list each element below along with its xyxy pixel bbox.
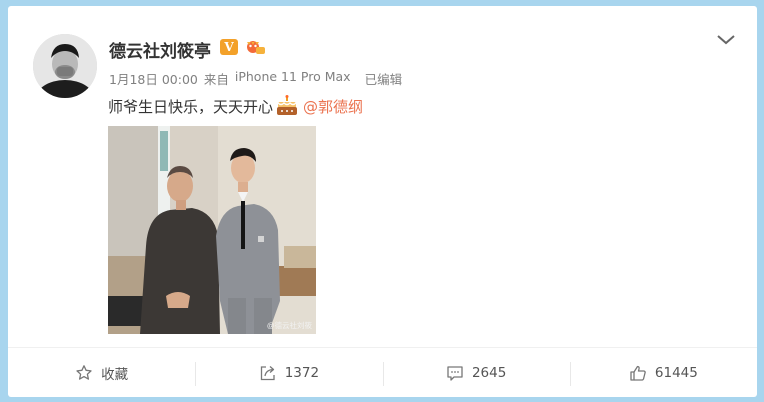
- image-watermark: @德云社刘筱: [266, 321, 312, 330]
- birthday-cake-icon: [277, 95, 298, 115]
- avatar[interactable]: [33, 34, 97, 98]
- post-image[interactable]: @德云社刘筱: [108, 126, 316, 334]
- edited-label[interactable]: 已编辑: [365, 69, 403, 88]
- weibo-post-card: 德云社刘筱亭 V 1月18日 00:00 来自 iPhone 11 Pro Ma…: [8, 6, 757, 397]
- post-actions: 收藏 1372 2645 61445: [8, 348, 757, 397]
- mention-link[interactable]: @郭德纲: [303, 96, 363, 117]
- comment-count: 2645: [471, 364, 507, 381]
- repost-button[interactable]: 1372: [195, 348, 382, 397]
- like-count: 61445: [654, 364, 698, 381]
- like-button[interactable]: 61445: [569, 348, 757, 397]
- post-text: 师爷生日快乐，天天开心: [108, 97, 274, 116]
- repost-count: 1372: [284, 364, 320, 381]
- star-icon: [76, 364, 92, 380]
- post-body: 师爷生日快乐，天天开心 @郭德纲: [108, 95, 363, 117]
- thumbs-up-icon: [630, 365, 646, 381]
- post-timestamp[interactable]: 1月18日 00:00: [109, 69, 198, 88]
- post-source-prefix: 来自: [203, 72, 229, 87]
- meta-spacer: [357, 69, 359, 88]
- post-meta: 1月18日 00:00 来自 iPhone 11 Pro Max 已编辑: [109, 69, 402, 88]
- avatar-photo: [33, 34, 97, 98]
- verified-icon[interactable]: V: [220, 39, 238, 55]
- favorite-button[interactable]: 收藏: [8, 348, 195, 397]
- share-arrow-icon: [260, 365, 275, 380]
- post-photo: [108, 126, 316, 334]
- author-badges: V: [220, 39, 266, 55]
- chevron-down-icon: [717, 35, 735, 45]
- post-menu-button[interactable]: [715, 32, 737, 46]
- favorite-label: 收藏: [101, 366, 129, 383]
- comment-button[interactable]: 2645: [382, 348, 570, 397]
- author-name[interactable]: 德云社刘筱亭: [109, 37, 211, 62]
- member-badge-icon[interactable]: [244, 39, 266, 55]
- post-source-device: iPhone 11 Pro Max: [234, 69, 351, 84]
- comment-bubble-icon: [447, 365, 463, 381]
